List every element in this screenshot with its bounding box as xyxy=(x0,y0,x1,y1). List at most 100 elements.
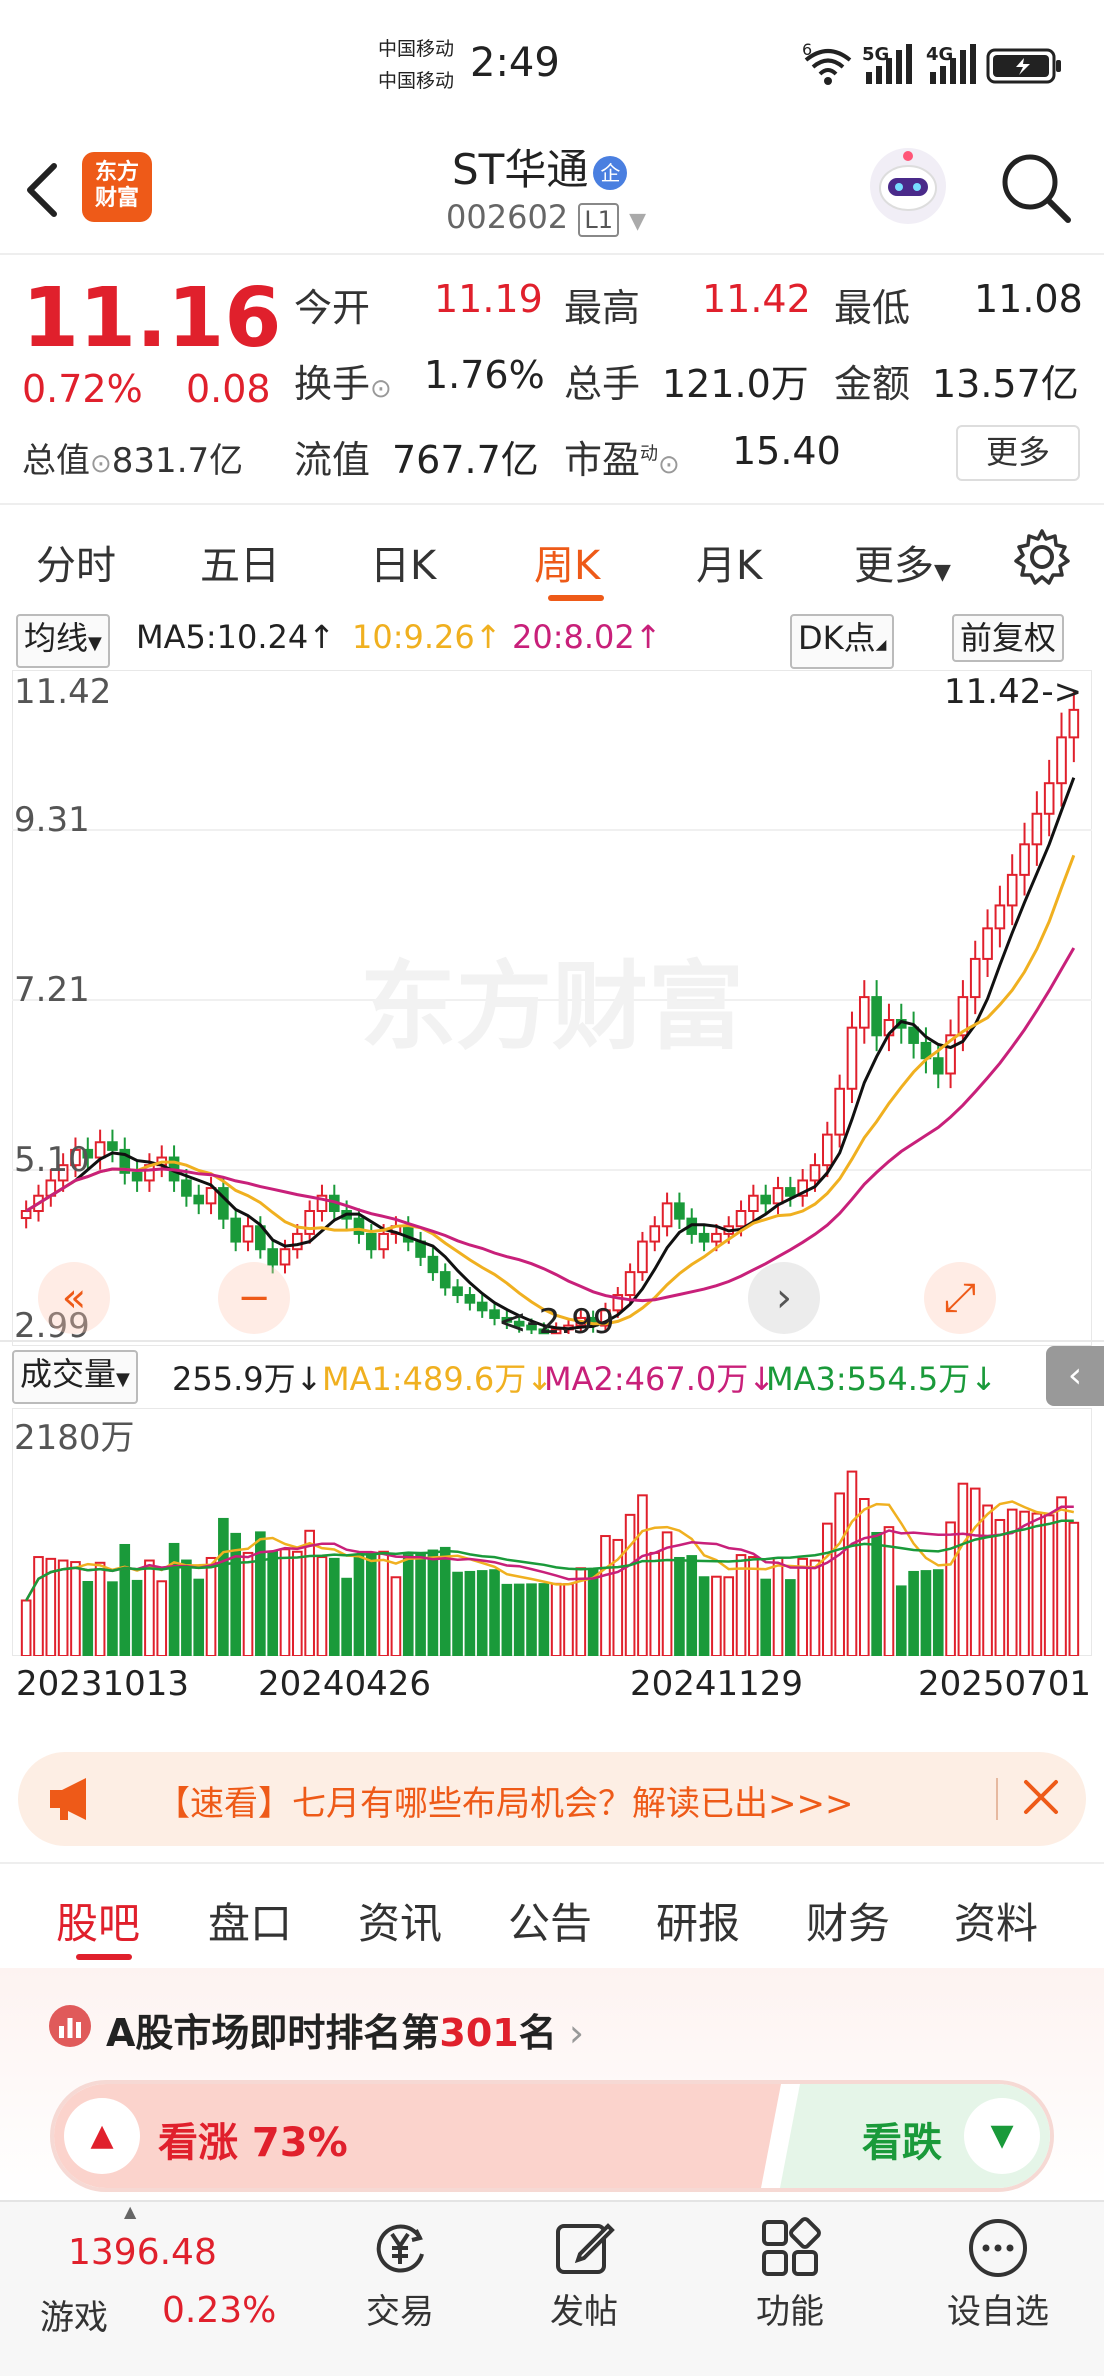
change-amount: 0.08 xyxy=(186,367,271,411)
subtab-profile[interactable]: 资料 xyxy=(954,1890,1038,1951)
volume-bar xyxy=(452,1571,463,1656)
index-name[interactable]: 游戏 xyxy=(40,2290,108,2339)
volume-bar xyxy=(365,1553,377,1656)
volume-bar xyxy=(144,1559,155,1656)
tab-five-day[interactable]: 五日 xyxy=(200,533,280,591)
volume-bar xyxy=(624,1513,636,1656)
search-icon[interactable] xyxy=(998,150,1074,230)
robot-assistant-icon[interactable] xyxy=(866,144,950,232)
volume-bar xyxy=(476,1570,488,1656)
app-logo[interactable]: 东方 财富 xyxy=(82,152,152,222)
rank-text[interactable]: A股市场即时排名第301名 › xyxy=(106,2002,584,2057)
volume-bar xyxy=(563,1583,574,1656)
active-tab-indicator xyxy=(548,595,604,601)
scroll-right-icon[interactable]: › xyxy=(748,1262,820,1334)
nav-trade[interactable]: 交易 xyxy=(340,2216,460,2333)
logo-line1: 东方 xyxy=(94,160,139,185)
tab-daily-k[interactable]: 日K xyxy=(370,533,436,591)
volume-bar xyxy=(600,1535,611,1656)
bear-label: 看跌 xyxy=(862,2120,942,2166)
subtab-pankou[interactable]: 盘口 xyxy=(208,1890,292,1951)
bull-up-icon[interactable]: ▲ xyxy=(64,2098,140,2174)
volume-bar xyxy=(1031,1512,1043,1656)
stock-code: 002602 xyxy=(446,198,569,236)
candle-body xyxy=(292,1232,303,1251)
volume-bar xyxy=(550,1582,562,1656)
tab-monthly-k[interactable]: 月K xyxy=(696,533,762,591)
tab-more-label: 更多 xyxy=(854,543,934,589)
ma-select[interactable]: 均线▼ xyxy=(16,614,110,668)
scroll-left-fast-icon[interactable]: « xyxy=(38,1262,110,1334)
candle-body xyxy=(304,1210,315,1235)
nav-trade-label: 交易 xyxy=(366,2292,434,2332)
volume-bar xyxy=(94,1561,106,1656)
volume-bar xyxy=(698,1576,710,1656)
dk-point-button[interactable]: DK点◢ xyxy=(790,614,895,669)
stock-code-row[interactable]: 002602 L1 ▼ xyxy=(446,198,646,237)
adjust-button[interactable]: 前复权 xyxy=(952,614,1065,662)
promo-banner[interactable]: 【速看】七月有哪些布局机会？解读已出>>> xyxy=(18,1752,1086,1846)
bear-down-icon[interactable]: ▼ xyxy=(964,2098,1040,2174)
watermark: 东方财富 xyxy=(360,951,744,1063)
corner-mark-icon: ◢ xyxy=(875,637,887,653)
subtab-guba[interactable]: 股吧 xyxy=(56,1890,140,1951)
volume-current: 255.9万↓ xyxy=(172,1360,323,1398)
nav-add-watchlist[interactable]: 设自选 xyxy=(928,2216,1068,2333)
promo-divider xyxy=(996,1778,998,1820)
subtab-news[interactable]: 资讯 xyxy=(358,1890,442,1951)
tab-intraday[interactable]: 分时 xyxy=(36,533,116,591)
close-icon[interactable] xyxy=(1018,1774,1064,1824)
status-bar: 中国移动 中国移动 2:49 6 5G 4G xyxy=(0,0,1104,130)
fullscreen-icon[interactable]: ⤢ xyxy=(924,1262,996,1334)
volume-bar xyxy=(501,1583,513,1656)
panel-divider xyxy=(0,1340,1104,1342)
candle-body xyxy=(624,1271,636,1297)
volume-bar xyxy=(587,1568,599,1656)
volume-bar xyxy=(649,1551,661,1656)
volume-y-top: 2180万 xyxy=(14,1418,135,1458)
candle-body xyxy=(661,1202,673,1228)
back-button[interactable] xyxy=(20,160,64,224)
date-label-4: 20250701 xyxy=(918,1664,1092,1704)
volume-bar xyxy=(858,1498,870,1656)
functions-grid-icon xyxy=(762,2217,821,2276)
candle-body xyxy=(267,1248,278,1266)
promo-text: 【速看】七月有哪些布局机会？解读已出>>> xyxy=(156,1784,854,1824)
settings-gear-icon[interactable] xyxy=(1012,527,1072,591)
volume-bar xyxy=(957,1482,969,1656)
index-change[interactable]: 0.23% xyxy=(162,2290,276,2331)
active-subtab-indicator xyxy=(76,1954,132,1960)
volume-bar xyxy=(637,1494,648,1656)
k-line-chart[interactable]: 均线▼ MA5:10.24↑ 10:9.26↑ 20:8.02↑ DK点◢ 前复… xyxy=(0,610,1104,1740)
subtab-finance[interactable]: 财务 xyxy=(806,1890,890,1951)
y-label-2: 9.31 xyxy=(14,800,90,840)
tab-more[interactable]: 更多▼ xyxy=(854,533,951,591)
caret-up-icon: ▲ xyxy=(124,2202,137,2221)
nav-post[interactable]: 发帖 xyxy=(524,2216,644,2333)
index-value[interactable]: 1396.48 xyxy=(68,2232,217,2273)
total-value: 831.7亿 xyxy=(111,441,244,481)
volume-bar xyxy=(57,1559,69,1656)
volume-panel[interactable] xyxy=(12,1408,1092,1656)
tab-weekly-k[interactable]: 周K xyxy=(534,533,600,591)
more-dots-icon xyxy=(969,2219,1027,2277)
carrier-1: 中国移动 xyxy=(378,38,455,60)
collapse-panel-icon[interactable]: ‹ xyxy=(1046,1346,1104,1406)
volume-select[interactable]: 成交量▼ xyxy=(12,1350,138,1404)
level-badge: L1 xyxy=(578,203,619,237)
subtab-research[interactable]: 研报 xyxy=(656,1890,740,1951)
ma-select-label: 均线 xyxy=(24,619,89,657)
zoom-out-icon[interactable]: − xyxy=(218,1262,290,1334)
volume-bar xyxy=(353,1555,365,1656)
stock-title-block[interactable]: ST华通 企 xyxy=(452,136,672,197)
candle-body xyxy=(822,1133,833,1167)
volume-value: 121.0万 xyxy=(662,362,809,406)
nav-functions[interactable]: 功能 xyxy=(730,2216,850,2333)
caret-down-icon: ▼ xyxy=(116,1369,130,1390)
open-value: 11.19 xyxy=(434,277,543,321)
more-button[interactable]: 更多 xyxy=(956,425,1080,481)
float-label: 流值 xyxy=(294,438,371,482)
subtab-announcements[interactable]: 公告 xyxy=(508,1890,592,1951)
candlestick-panel[interactable]: 东方财富 xyxy=(12,670,1092,1346)
volume-bar xyxy=(772,1556,784,1656)
